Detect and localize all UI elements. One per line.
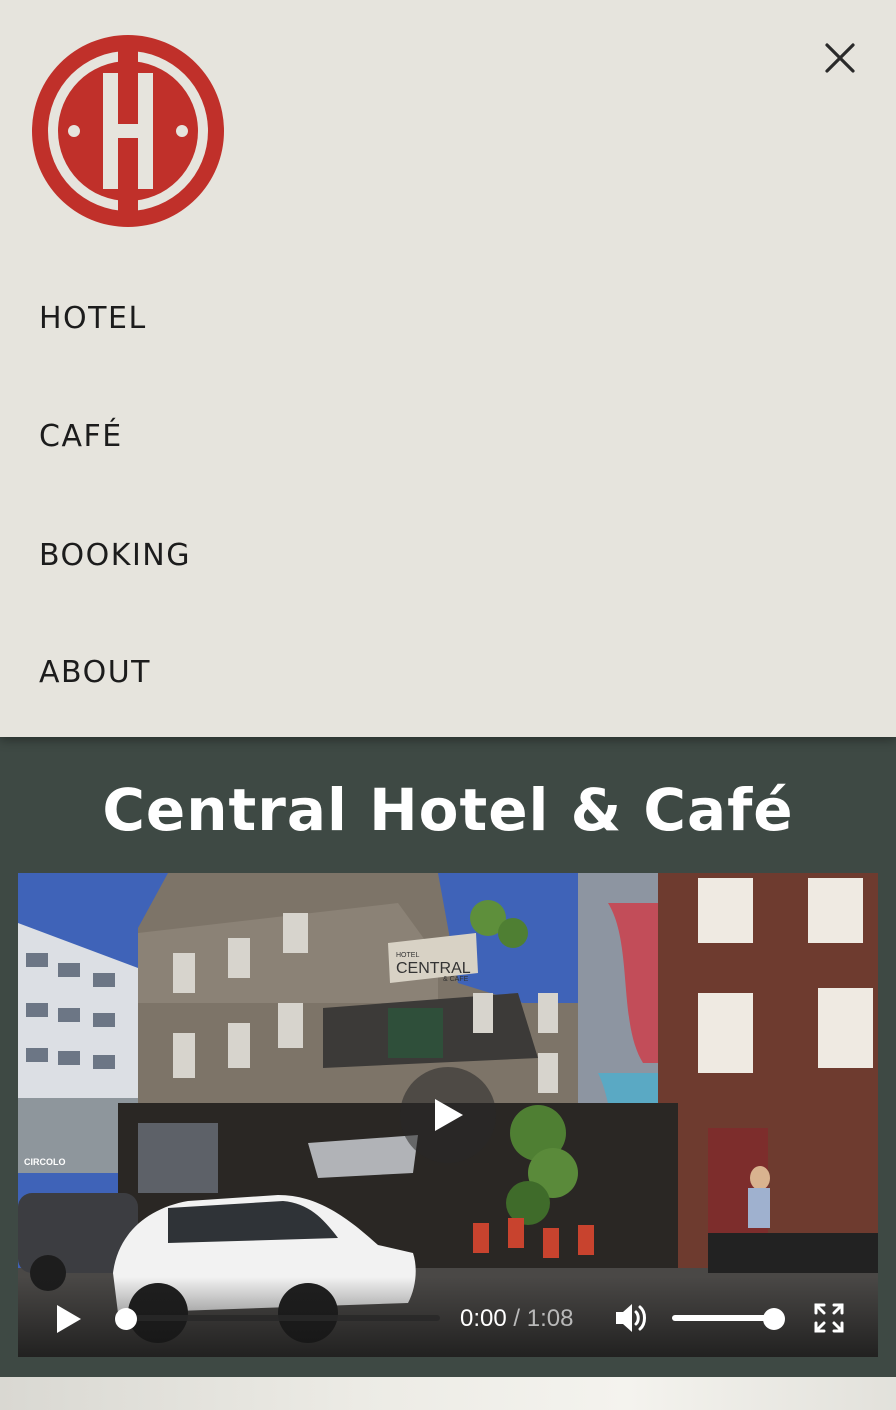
- video-player[interactable]: CIRCOLO HOTEL CENTRAL & CAFE 0:00 / 1:08: [18, 873, 878, 1357]
- nav-item-about[interactable]: ABOUT: [39, 653, 151, 693]
- time-separator: /: [513, 1305, 521, 1332]
- fullscreen-button[interactable]: [814, 1303, 844, 1333]
- nav-item-hotel[interactable]: HOTEL: [39, 299, 147, 339]
- svg-text:& CAFE: & CAFE: [443, 976, 469, 983]
- play-icon: [57, 1305, 81, 1333]
- page-title: Central Hotel & Café: [102, 776, 794, 844]
- volume-icon: [616, 1304, 646, 1332]
- volume-thumb[interactable]: [763, 1308, 785, 1330]
- nav-item-cafe[interactable]: CAFÉ: [39, 417, 123, 457]
- play-button[interactable]: [52, 1303, 84, 1335]
- nav-menu-panel: HOTEL CAFÉ BOOKING ABOUT: [0, 0, 896, 737]
- progress-thumb[interactable]: [115, 1308, 137, 1330]
- mute-button[interactable]: [614, 1301, 650, 1335]
- video-controls: 0:00 / 1:08: [18, 1277, 878, 1357]
- close-menu-button[interactable]: [818, 36, 862, 80]
- next-section: [0, 1377, 896, 1410]
- time-display: 0:00 / 1:08: [460, 1303, 573, 1335]
- current-time: 0:00: [460, 1305, 507, 1332]
- fullscreen-icon: [814, 1303, 844, 1333]
- big-play-button[interactable]: [400, 1067, 496, 1163]
- svg-text:CENTRAL: CENTRAL: [396, 960, 471, 977]
- hotel-logo[interactable]: [30, 31, 226, 231]
- duration: 1:08: [526, 1305, 574, 1332]
- nav-item-booking[interactable]: BOOKING: [39, 536, 191, 576]
- progress-bar[interactable]: [114, 1315, 440, 1321]
- svg-text:HOTEL: HOTEL: [396, 952, 419, 959]
- play-icon: [435, 1099, 463, 1131]
- close-icon: [825, 43, 855, 73]
- hotel-logo-icon: [32, 35, 224, 227]
- shop-sign-text: CIRCOLO: [24, 1157, 66, 1167]
